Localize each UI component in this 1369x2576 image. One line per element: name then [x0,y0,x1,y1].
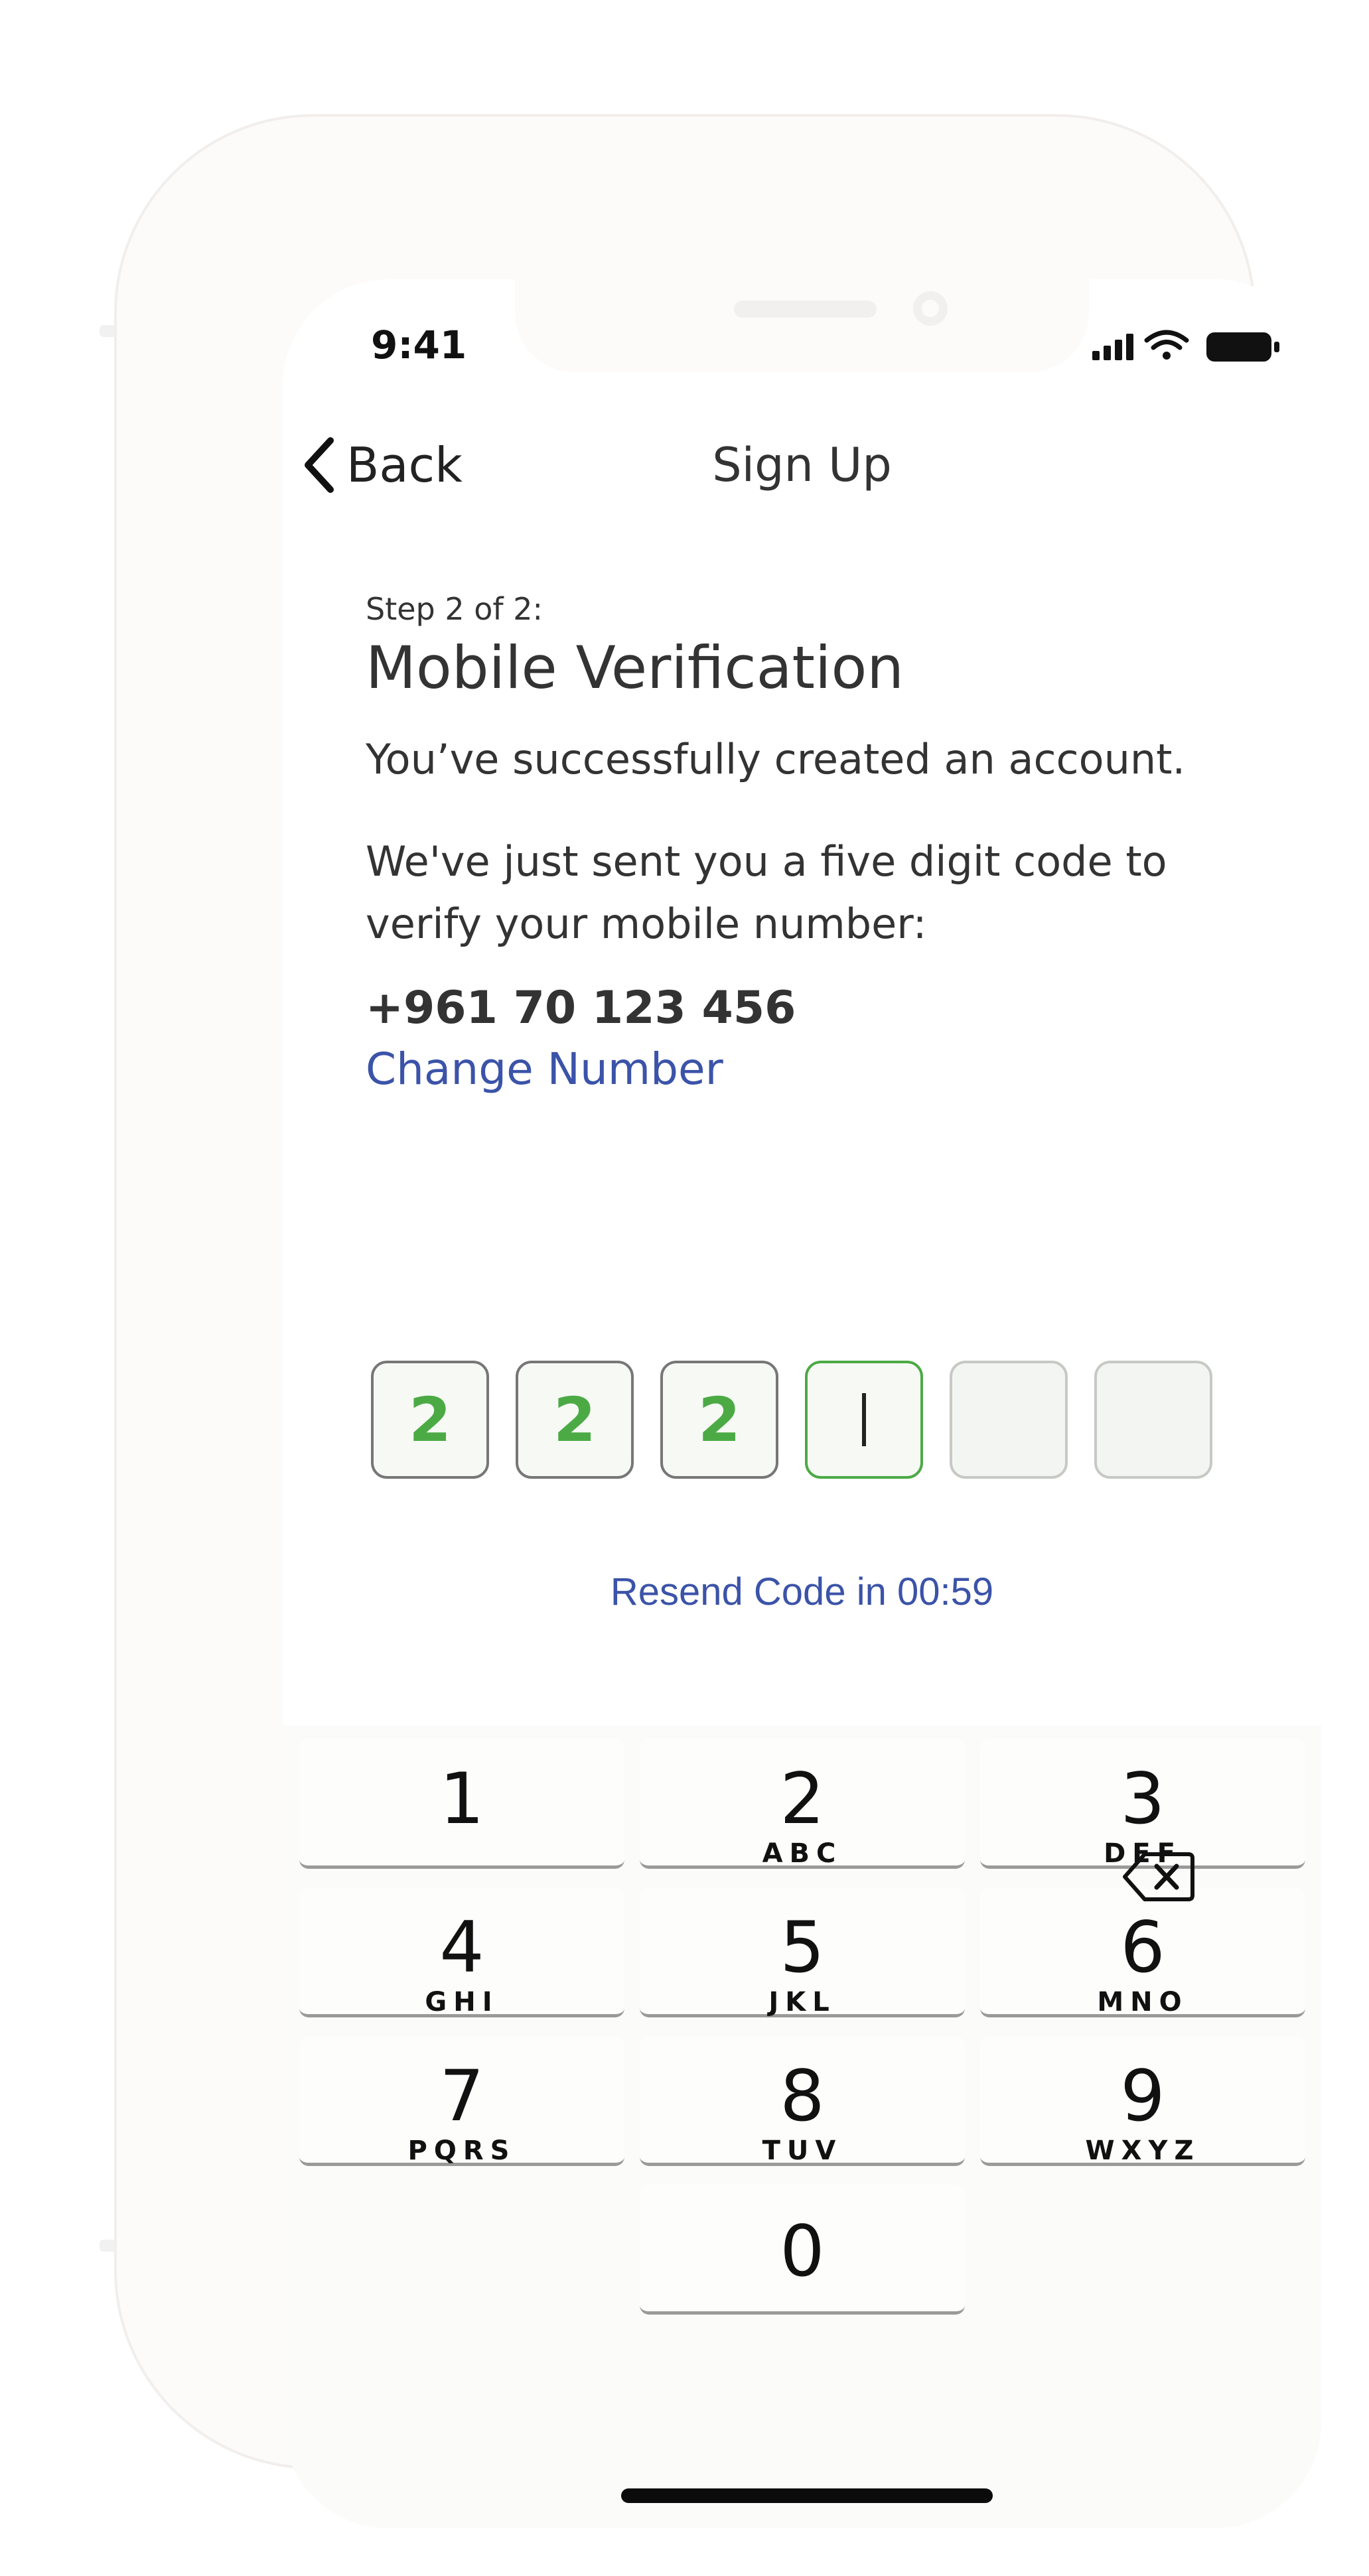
code-sent-message: We've just sent you a five digit code to… [366,837,1167,948]
cellular-signal-icon [1092,334,1133,360]
speaker-grille [734,301,877,318]
code-digit-box-empty[interactable] [950,1361,1068,1479]
status-time: 9:41 [371,322,467,368]
status-icons [1092,330,1279,362]
code-digit-box-empty[interactable] [1094,1361,1212,1479]
wifi-icon [1144,330,1189,360]
key-digit: 7 [439,2055,484,2137]
key-letters: PQRS [407,2135,516,2166]
verification-content: Step 2 of 2: Mobile Verification You’ve … [366,591,1261,1095]
key-letters: TUV [762,2135,843,2166]
home-indicator[interactable] [621,2488,993,2503]
key-letters: JKL [768,1987,836,2017]
key-letters: WXYZ [1085,2135,1200,2166]
page-title: Sign Up [712,438,892,492]
phone-number: +961 70 123 456 [366,982,796,1034]
success-message: You’ve successfully created an account. [366,735,1186,783]
key-3[interactable]: 3 DEF [980,1739,1305,1869]
key-digit: 3 [1120,1758,1165,1840]
phone-screen: 9:41 Back Sign Up Step 2 of 2: Mobile Ve… [283,279,1321,2528]
key-5[interactable]: 5 JKL [640,1887,965,2017]
key-6[interactable]: 6 MNO [980,1887,1305,2017]
key-digit: 4 [439,1907,484,1988]
key-letters: MNO [1097,1987,1189,2017]
key-letters: ABC [762,1838,843,1869]
front-camera [913,291,948,326]
key-digit: 2 [780,1758,825,1840]
battery-icon [1206,332,1279,362]
key-digit: 1 [439,1758,484,1840]
key-9[interactable]: 9 WXYZ [980,2036,1305,2166]
key-1[interactable]: 1 [299,1739,624,1869]
key-0[interactable]: 0 [640,2185,965,2315]
key-digit: 0 [780,2210,825,2292]
code-digit-box[interactable]: 2 [371,1361,489,1479]
key-digit: 6 [1120,1907,1165,1988]
backspace-icon[interactable] [1122,1850,1195,1903]
key-7[interactable]: 7 PQRS [299,2036,624,2166]
key-2[interactable]: 2 ABC [640,1739,965,1869]
screen-heading: Mobile Verification [366,634,904,702]
code-digit-box[interactable]: 2 [660,1361,778,1479]
key-8[interactable]: 8 TUV [640,2036,965,2166]
key-digit: 5 [780,1907,825,1988]
code-digit-box[interactable]: 2 [516,1361,634,1479]
step-indicator: Step 2 of 2: [366,591,543,627]
key-letters: GHI [425,1987,499,2017]
change-number-link[interactable]: Change Number [366,1044,1261,1095]
key-digit: 9 [1120,2055,1165,2137]
code-digit-box-active[interactable] [805,1361,923,1479]
key-digit: 8 [780,2055,825,2137]
phone-frame: 9:41 Back Sign Up Step 2 of 2: Mobile Ve… [114,114,1321,2528]
text-cursor [862,1393,866,1446]
key-4[interactable]: 4 GHI [299,1887,624,2017]
code-input: 2 2 2 [371,1361,1212,1479]
notch [515,279,1089,372]
resend-code-link[interactable]: Resend Code in 00:59 [283,1570,1321,1614]
